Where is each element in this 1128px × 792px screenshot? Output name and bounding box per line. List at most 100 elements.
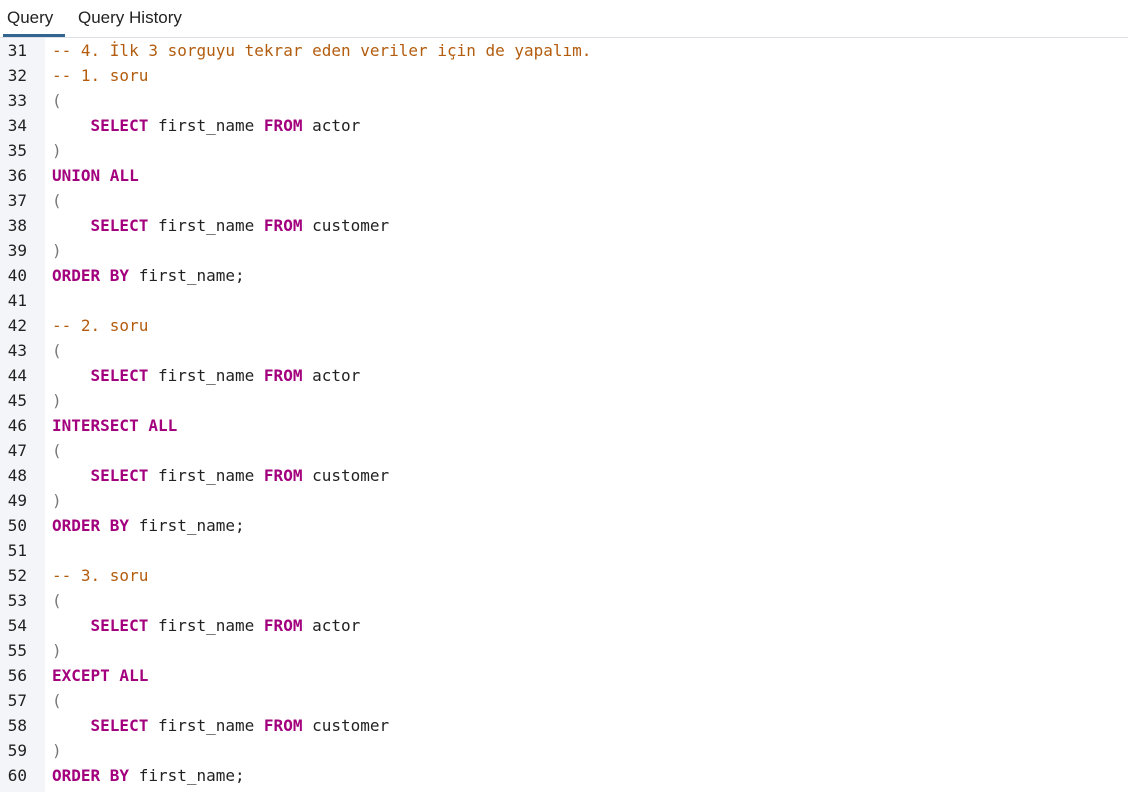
sql-keyword: FROM — [263, 466, 303, 485]
identifier: actor — [302, 616, 361, 635]
code-text: ) — [52, 138, 62, 163]
paren: ) — [52, 741, 62, 760]
identifier: first_name — [148, 716, 264, 735]
code-line[interactable]: 45) — [0, 388, 1128, 413]
code-line[interactable]: 41 — [0, 288, 1128, 313]
editor-tab-bar: Query Query History — [0, 0, 1128, 38]
sql-keyword: SELECT — [90, 216, 149, 235]
identifier: actor — [302, 366, 361, 385]
identifier: first_name; — [129, 266, 245, 285]
paren: ( — [52, 91, 62, 110]
sql-keyword: ORDER BY — [52, 766, 130, 785]
code-text: EXCEPT ALL — [52, 663, 148, 688]
code-line[interactable]: 55) — [0, 638, 1128, 663]
code-text: ORDER BY first_name; — [52, 763, 245, 788]
code-text: ) — [52, 488, 62, 513]
paren: ) — [52, 141, 62, 160]
sql-keyword: SELECT — [90, 616, 149, 635]
identifier: first_name; — [129, 766, 245, 785]
line-number: 38 — [7, 216, 27, 235]
sql-comment: -- 3. soru — [52, 566, 149, 585]
sql-keyword: SELECT — [90, 116, 149, 135]
code-line[interactable]: 51 — [0, 538, 1128, 563]
tab-query-history[interactable]: Query History — [74, 0, 192, 37]
code-line[interactable]: 53 ( — [0, 588, 1128, 613]
line-number: 43 — [7, 341, 27, 360]
code-text: SELECT first_name FROM customer — [52, 213, 390, 238]
paren: ( — [52, 341, 62, 360]
code-line[interactable]: 43 ( — [0, 338, 1128, 363]
sql-keyword: FROM — [263, 616, 303, 635]
identifier: customer — [302, 466, 390, 485]
code-text: -- 1. soru — [52, 63, 148, 88]
code-line[interactable]: 54 SELECT first_name FROM actor — [0, 613, 1128, 638]
identifier: first_name — [148, 616, 264, 635]
line-number: 33 — [7, 91, 27, 110]
code-text: INTERSECT ALL — [52, 413, 177, 438]
code-text: SELECT first_name FROM actor — [52, 113, 361, 138]
code-line[interactable]: 31 -- 4. İlk 3 sorguyu tekrar eden verile… — [0, 38, 1128, 63]
code-text: ( — [52, 588, 62, 613]
code-text: ( — [52, 88, 62, 113]
line-number: 34 — [7, 116, 27, 135]
line-number: 31 — [7, 41, 27, 60]
sql-keyword: FROM — [263, 366, 303, 385]
code-line[interactable]: 33 ( — [0, 88, 1128, 113]
sql-keyword: ORDER BY — [52, 266, 130, 285]
code-line[interactable]: 36 UNION ALL — [0, 163, 1128, 188]
code-line[interactable]: 44 SELECT first_name FROM actor — [0, 363, 1128, 388]
code-text: ( — [52, 338, 62, 363]
code-line[interactable]: 35) — [0, 138, 1128, 163]
line-number: 58 — [7, 716, 27, 735]
code-line[interactable]: 34 SELECT first_name FROM actor — [0, 113, 1128, 138]
sql-comment: -- 2. soru — [52, 316, 149, 335]
code-line[interactable]: 56 EXCEPT ALL — [0, 663, 1128, 688]
sql-keyword: UNION ALL — [52, 166, 139, 185]
sql-comment: -- 1. soru — [52, 66, 149, 85]
code-line[interactable]: 38 SELECT first_name FROM customer — [0, 213, 1128, 238]
line-number: 37 — [7, 191, 27, 210]
line-number: 59 — [7, 741, 27, 760]
code-text: ( — [52, 688, 62, 713]
code-line[interactable]: 39) — [0, 238, 1128, 263]
code-line[interactable]: 47 ( — [0, 438, 1128, 463]
sql-keyword: EXCEPT ALL — [52, 666, 149, 685]
paren: ) — [52, 241, 62, 260]
code-line[interactable]: 52 -- 3. soru — [0, 563, 1128, 588]
code-line[interactable]: 37 ( — [0, 188, 1128, 213]
code-line[interactable]: 42 -- 2. soru — [0, 313, 1128, 338]
code-line[interactable]: 60 ORDER BY first_name; — [0, 763, 1128, 788]
sql-keyword: SELECT — [90, 466, 149, 485]
identifier: first_name; — [129, 516, 245, 535]
code-line[interactable]: 58 SELECT first_name FROM customer — [0, 713, 1128, 738]
line-number: 55 — [7, 641, 27, 660]
sql-keyword: FROM — [263, 716, 303, 735]
code-line[interactable]: 50 ORDER BY first_name; — [0, 513, 1128, 538]
sql-editor[interactable]: 31 -- 4. İlk 3 sorguyu tekrar eden verile… — [0, 38, 1128, 792]
line-number: 54 — [7, 616, 27, 635]
line-number: 32 — [7, 66, 27, 85]
code-line[interactable]: 49) — [0, 488, 1128, 513]
code-text: ORDER BY first_name; — [52, 263, 245, 288]
code-text: SELECT first_name FROM actor — [52, 363, 361, 388]
paren: ) — [52, 641, 62, 660]
code-text: ) — [52, 738, 62, 763]
code-line[interactable]: 40 ORDER BY first_name; — [0, 263, 1128, 288]
code-line[interactable]: 32 -- 1. soru — [0, 63, 1128, 88]
code-text: -- 2. soru — [52, 313, 148, 338]
code-text: SELECT first_name FROM customer — [52, 463, 390, 488]
code-text: -- 4. İlk 3 sorguyu tekrar eden veriler … — [52, 38, 591, 63]
line-number: 48 — [7, 466, 27, 485]
sql-keyword: INTERSECT ALL — [52, 416, 178, 435]
line-number: 35 — [7, 141, 27, 160]
tab-query[interactable]: Query — [3, 0, 65, 37]
code-line[interactable]: 59) — [0, 738, 1128, 763]
code-line[interactable]: 46 INTERSECT ALL — [0, 413, 1128, 438]
code-line[interactable]: 57 ( — [0, 688, 1128, 713]
code-line[interactable]: 48 SELECT first_name FROM customer — [0, 463, 1128, 488]
